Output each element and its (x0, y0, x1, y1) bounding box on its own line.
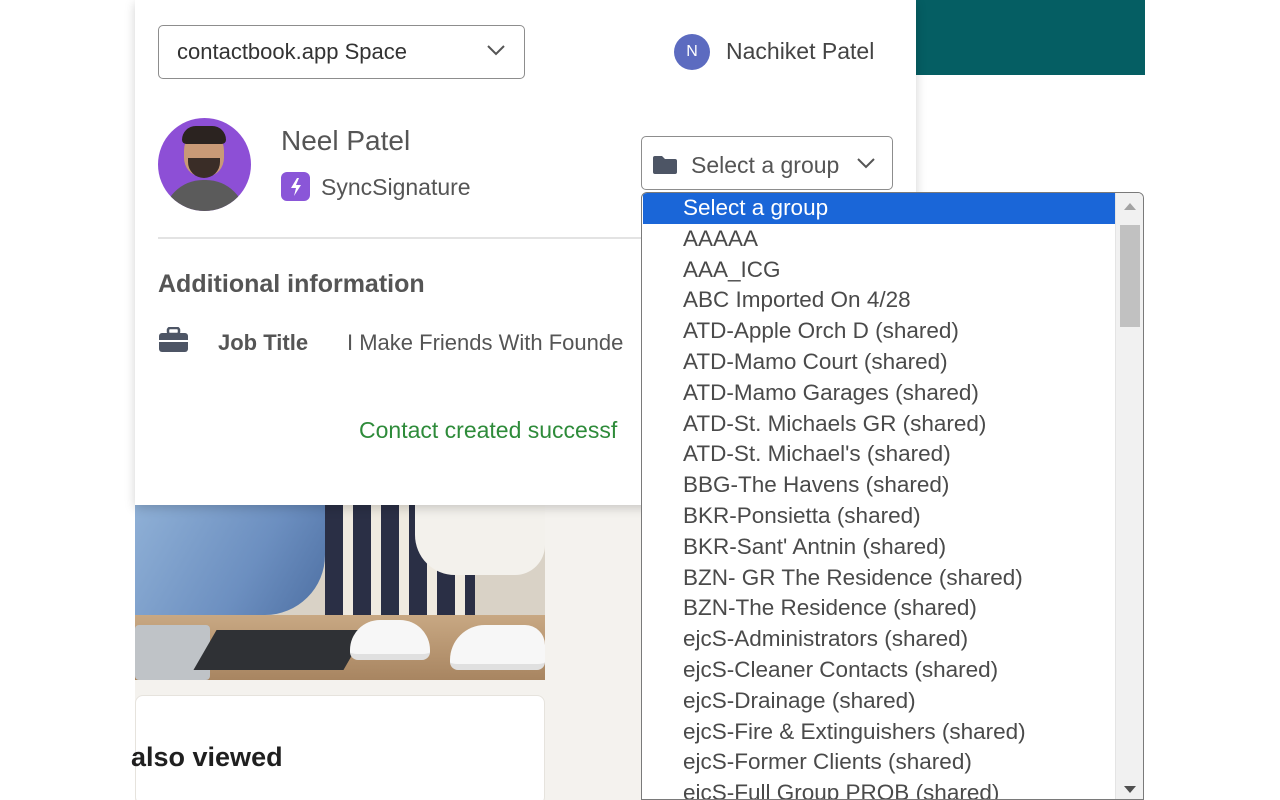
briefcase-icon (159, 327, 188, 352)
group-option[interactable]: ejcS-Former Clients (shared) (643, 747, 1115, 778)
folder-icon (653, 156, 677, 174)
contact-avatar (158, 118, 251, 211)
group-option[interactable]: ejcS-Administrators (shared) (643, 624, 1115, 655)
group-option[interactable]: ATD-Mamo Garages (shared) (643, 378, 1115, 409)
group-select[interactable]: Select a group (641, 136, 893, 190)
background-post-image (135, 505, 545, 680)
group-option[interactable]: ejcS-Cleaner Contacts (shared) (643, 655, 1115, 686)
user-avatar[interactable]: N (674, 34, 710, 70)
job-title-value: I Make Friends With Founde (347, 330, 624, 355)
group-option[interactable]: ATD-Mamo Court (shared) (643, 347, 1115, 378)
group-option[interactable]: BKR-Ponsietta (shared) (643, 501, 1115, 532)
group-option[interactable]: BZN-The Residence (shared) (643, 593, 1115, 624)
group-options: Select a group AAAAA AAA_ICG ABC Imported O… (643, 193, 1115, 799)
group-option[interactable]: AAA_ICG (643, 255, 1115, 286)
group-option[interactable]: BKR-Sant' Antnin (shared) (643, 532, 1115, 563)
group-dropdown-list[interactable]: Select a group AAAAA AAA_ICG ABC Imported O… (641, 192, 1144, 800)
also-viewed-title: also viewed (131, 742, 283, 772)
group-select-label: Select a group (691, 152, 840, 178)
group-option[interactable]: Select a group (643, 193, 1115, 224)
scroll-up-arrow-icon[interactable] (1124, 203, 1136, 210)
group-option[interactable]: ejcS-Fire & Extinguishers (shared) (643, 717, 1115, 748)
group-option[interactable]: ABC Imported On 4/28 (643, 285, 1115, 316)
job-title-label: Job Title (218, 330, 309, 355)
background-right (1145, 0, 1280, 800)
user-name[interactable]: Nachiket Patel (726, 38, 874, 65)
chevron-down-icon (487, 45, 505, 56)
space-select[interactable]: contactbook.app Space (158, 25, 525, 79)
group-option[interactable]: AAAAA (643, 224, 1115, 255)
contact-name: Neel Patel (281, 125, 411, 156)
group-option[interactable]: ATD-St. Michael's (shared) (643, 439, 1115, 470)
group-option[interactable]: BBG-The Havens (shared) (643, 470, 1115, 501)
company-name: SyncSignature (321, 174, 471, 200)
scrollbar-thumb[interactable] (1120, 225, 1140, 327)
lightning-icon (281, 172, 310, 201)
scroll-down-arrow-icon[interactable] (1124, 786, 1136, 793)
chevron-down-icon (857, 158, 875, 169)
group-option[interactable]: ATD-St. Michaels GR (shared) (643, 409, 1115, 440)
group-option[interactable]: ejcS-Full Group PROB (shared) (643, 778, 1115, 799)
space-select-label: contactbook.app Space (177, 39, 407, 64)
group-option[interactable]: BZN- GR The Residence (shared) (643, 563, 1115, 594)
success-message: Contact created successf (359, 417, 618, 443)
group-option[interactable]: ATD-Apple Orch D (shared) (643, 316, 1115, 347)
background-left (0, 0, 135, 800)
additional-info-title: Additional information (158, 270, 425, 298)
background-profile-banner (916, 0, 1145, 75)
group-option[interactable]: ejcS-Drainage (shared) (643, 686, 1115, 717)
dropdown-scrollbar[interactable] (1115, 193, 1143, 799)
